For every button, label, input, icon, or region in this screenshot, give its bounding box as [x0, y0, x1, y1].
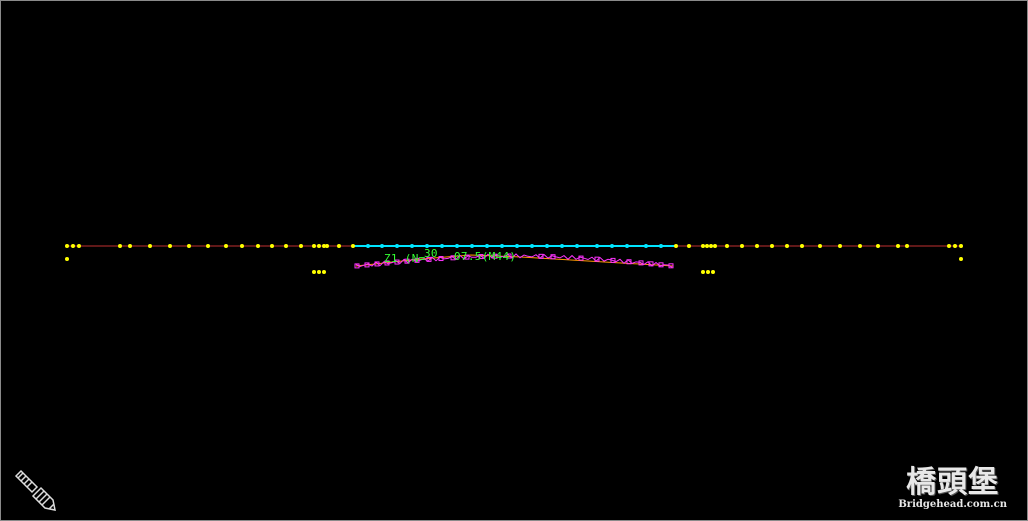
watermark-site: Bridgehead.com.cn [898, 499, 1007, 510]
beam-node [560, 244, 564, 248]
beam-node [256, 244, 260, 248]
watermark-logo: 橋頭堡 [906, 465, 1000, 500]
beam-node [71, 244, 75, 248]
beam-node [187, 244, 191, 248]
beam-node [337, 244, 341, 248]
beam-node [838, 244, 842, 248]
tendon-label-prefix: Z1 (N= [384, 252, 426, 265]
ucs-pencil-icon[interactable] [13, 468, 57, 512]
beam-node [515, 244, 519, 248]
beam-node [312, 244, 316, 248]
beam-node [224, 244, 228, 248]
beam-node [659, 244, 663, 248]
beam-node [713, 244, 717, 248]
tendon-label-count: 30 [424, 247, 438, 260]
beam-node [470, 244, 474, 248]
beam-node [530, 244, 534, 248]
beam-node [687, 244, 691, 248]
beam-node [674, 244, 678, 248]
beam-node [740, 244, 744, 248]
beam-node [206, 244, 210, 248]
beam-node [299, 244, 303, 248]
beam-node [317, 244, 321, 248]
tendon-label-spec: 07.5(M44) [454, 250, 517, 263]
beam-node [440, 244, 444, 248]
beam-node [701, 244, 705, 248]
support-node [312, 270, 316, 274]
beam-node [366, 244, 370, 248]
beam-node [595, 244, 599, 248]
support-node [317, 270, 321, 274]
beam-node [818, 244, 822, 248]
beam-node [284, 244, 288, 248]
beam-node [755, 244, 759, 248]
beam-node [351, 244, 355, 248]
beam-node [905, 244, 909, 248]
beam-node [270, 244, 274, 248]
support-node [959, 257, 963, 261]
beam-node [395, 244, 399, 248]
beam-node [410, 244, 414, 248]
beam-node [65, 244, 69, 248]
beam-node [876, 244, 880, 248]
support-node [65, 257, 69, 261]
support-node [711, 270, 715, 274]
beam-node [959, 244, 963, 248]
beam-node [168, 244, 172, 248]
beam-node [575, 244, 579, 248]
support-node [322, 270, 326, 274]
beam-node [325, 244, 329, 248]
beam-node [610, 244, 614, 248]
beam-node [485, 244, 489, 248]
beam-node [77, 244, 81, 248]
beam-node [947, 244, 951, 248]
beam-node [800, 244, 804, 248]
beam-node [545, 244, 549, 248]
beam-node [770, 244, 774, 248]
beam-node [148, 244, 152, 248]
support-node [706, 270, 710, 274]
beam-node [705, 244, 709, 248]
beam-node [709, 244, 713, 248]
beam-node [455, 244, 459, 248]
beam-node [500, 244, 504, 248]
beam-node [785, 244, 789, 248]
beam-node [858, 244, 862, 248]
support-node [701, 270, 705, 274]
beam-node [240, 244, 244, 248]
ucs-pencil-icon-graphic [14, 469, 56, 511]
beam-node [644, 244, 648, 248]
beam-node [380, 244, 384, 248]
cad-viewport[interactable]: Z1 (N= 30 07.5(M44) 橋頭堡 Bridgehead.com.c… [0, 0, 1028, 521]
beam-node [128, 244, 132, 248]
beam-node [725, 244, 729, 248]
beam-node [896, 244, 900, 248]
beam-node [118, 244, 122, 248]
beam-node [953, 244, 957, 248]
beam-node [625, 244, 629, 248]
watermark: 橋頭堡 Bridgehead.com.cn [898, 467, 1007, 511]
